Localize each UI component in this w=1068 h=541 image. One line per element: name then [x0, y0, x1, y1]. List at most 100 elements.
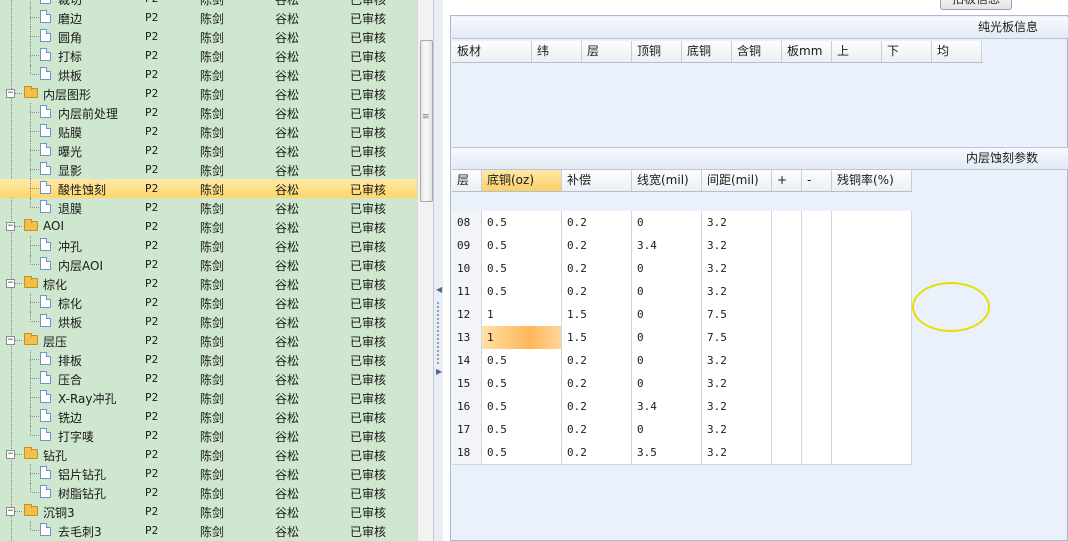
tree-row[interactable]: − 内层图形 P2 陈剑 谷松 已审核 [0, 84, 417, 103]
tree-row[interactable]: − 沉铜3 P2 陈剑 谷松 已审核 [0, 502, 417, 521]
bare-board-column-header[interactable]: 板材 [452, 41, 532, 62]
table-cell[interactable] [832, 257, 912, 280]
tree-row[interactable]: − 层压 P2 陈剑 谷松 已审核 [0, 331, 417, 350]
table-cell[interactable] [772, 418, 802, 441]
table-cell[interactable]: 7.5 [702, 303, 772, 326]
table-cell[interactable] [772, 303, 802, 326]
table-row[interactable]: 12 1 1.5 0 7.5 [452, 303, 912, 327]
table-cell[interactable]: 7.5 [702, 326, 772, 349]
inner-etch-column-header[interactable]: 层 [452, 170, 482, 191]
table-cell[interactable]: 1 [482, 326, 562, 349]
table-cell[interactable]: 0.2 [562, 257, 632, 280]
inner-etch-column-header[interactable]: + [772, 170, 802, 191]
inner-etch-column-header[interactable]: 残铜率(%) [832, 170, 912, 191]
collapse-toggle-icon[interactable]: − [6, 336, 15, 345]
tree-row[interactable]: 退膜 P2 陈剑 谷松 已审核 [0, 198, 417, 217]
collapse-toggle-icon[interactable]: − [6, 89, 15, 98]
bare-board-column-header[interactable]: 含铜 [732, 41, 782, 62]
bare-board-column-header[interactable]: 纬 [532, 41, 582, 62]
table-cell[interactable]: 0 [632, 418, 702, 441]
table-cell[interactable]: 1.5 [562, 326, 632, 349]
table-cell[interactable]: 0.5 [482, 257, 562, 280]
table-cell[interactable]: 1.5 [562, 303, 632, 326]
bare-board-column-header[interactable]: 下 [882, 41, 932, 62]
table-row[interactable]: 16 0.5 0.2 3.4 3.2 [452, 395, 912, 419]
table-cell[interactable]: 0 [632, 372, 702, 395]
board-info-button[interactable]: 拍板信息 [940, 0, 1012, 10]
bare-board-column-header[interactable]: 板mm [782, 41, 832, 62]
table-cell[interactable] [802, 441, 832, 464]
table-cell[interactable]: 0.2 [562, 211, 632, 234]
bare-board-column-header[interactable]: 底铜 [682, 41, 732, 62]
table-cell[interactable] [832, 395, 912, 418]
table-cell[interactable]: 0.2 [562, 395, 632, 418]
table-row[interactable]: 10 0.5 0.2 0 3.2 [452, 257, 912, 281]
table-cell[interactable]: 0.5 [482, 211, 562, 234]
table-cell[interactable] [772, 326, 802, 349]
collapse-left-arrow-icon[interactable]: ◀ [436, 286, 442, 294]
table-cell[interactable]: 0.2 [562, 441, 632, 464]
table-row[interactable]: 11 0.5 0.2 0 3.2 [452, 280, 912, 304]
table-row[interactable]: 08 0.5 0.2 0 3.2 [452, 211, 912, 235]
collapse-toggle-icon[interactable]: − [6, 450, 15, 459]
tree-row[interactable]: 曝光 P2 陈剑 谷松 已审核 [0, 141, 417, 160]
tree-row[interactable]: 显影 P2 陈剑 谷松 已审核 [0, 160, 417, 179]
table-cell[interactable] [772, 372, 802, 395]
inner-etch-column-header[interactable]: - [802, 170, 832, 191]
table-cell[interactable] [772, 395, 802, 418]
table-cell[interactable] [832, 234, 912, 257]
table-cell[interactable] [802, 326, 832, 349]
collapse-right-arrow-icon[interactable]: ▶ [436, 368, 442, 376]
table-cell[interactable]: 0.2 [562, 372, 632, 395]
table-cell[interactable] [832, 418, 912, 441]
table-cell[interactable]: 0 [632, 326, 702, 349]
table-cell[interactable]: 0 [632, 280, 702, 303]
tree-row[interactable]: 贴膜 P2 陈剑 谷松 已审核 [0, 122, 417, 141]
table-cell[interactable] [772, 234, 802, 257]
table-cell[interactable] [772, 211, 802, 234]
tree-row[interactable]: X-Ray冲孔 P2 陈剑 谷松 已审核 [0, 388, 417, 407]
table-cell[interactable]: 0.5 [482, 234, 562, 257]
table-cell[interactable]: 0.5 [482, 372, 562, 395]
table-row[interactable]: 15 0.5 0.2 0 3.2 [452, 372, 912, 396]
tree-row[interactable]: 打标 P2 陈剑 谷松 已审核 [0, 46, 417, 65]
table-cell[interactable]: 0 [632, 349, 702, 372]
table-cell[interactable] [772, 441, 802, 464]
tree-row[interactable]: 烘板 P2 陈剑 谷松 已审核 [0, 65, 417, 84]
table-cell[interactable]: 0.5 [482, 349, 562, 372]
tree-row[interactable]: 树脂钻孔 P2 陈剑 谷松 已审核 [0, 483, 417, 502]
inner-etch-column-header[interactable]: 底铜(oz) [482, 170, 562, 191]
table-cell[interactable]: 1 [482, 303, 562, 326]
tree-row[interactable]: 内层前处理 P2 陈剑 谷松 已审核 [0, 103, 417, 122]
tree-row[interactable]: 圆角 P2 陈剑 谷松 已审核 [0, 27, 417, 46]
tree-row[interactable]: 磨边 P2 陈剑 谷松 已审核 [0, 8, 417, 27]
table-cell[interactable] [772, 280, 802, 303]
inner-etch-column-header[interactable]: 间距(mil) [702, 170, 772, 191]
table-cell[interactable]: 3.2 [702, 395, 772, 418]
table-cell[interactable] [802, 257, 832, 280]
table-row[interactable]: 14 0.5 0.2 0 3.2 [452, 349, 912, 373]
tree-row[interactable]: 烘板 P2 陈剑 谷松 已审核 [0, 312, 417, 331]
bare-board-column-header[interactable]: 均 [932, 41, 982, 62]
table-cell[interactable] [832, 303, 912, 326]
table-cell[interactable]: 0.2 [562, 418, 632, 441]
bare-board-column-header[interactable]: 上 [832, 41, 882, 62]
collapse-toggle-icon[interactable]: − [6, 279, 15, 288]
tree-row[interactable]: 棕化 P2 陈剑 谷松 已审核 [0, 293, 417, 312]
table-cell[interactable] [832, 372, 912, 395]
table-cell[interactable]: 0 [632, 211, 702, 234]
table-cell[interactable] [832, 280, 912, 303]
tree-row[interactable]: 内层AOI P2 陈剑 谷松 已审核 [0, 255, 417, 274]
tree-row[interactable]: 铝片钻孔 P2 陈剑 谷松 已审核 [0, 464, 417, 483]
bare-board-column-header[interactable]: 层 [582, 41, 632, 62]
table-cell[interactable] [802, 372, 832, 395]
table-cell[interactable]: 0 [632, 257, 702, 280]
tree-row[interactable]: 去毛刺3 P2 陈剑 谷松 已审核 [0, 521, 417, 540]
table-cell[interactable]: 3.2 [702, 234, 772, 257]
table-cell[interactable]: 3.2 [702, 349, 772, 372]
process-tree-grid[interactable]: 裁切P2陈剑谷松已审核磨边P2陈剑谷松已审核圆角P2陈剑谷松已审核打标P2陈剑谷… [0, 0, 417, 541]
tree-row[interactable]: 铣边 P2 陈剑 谷松 已审核 [0, 407, 417, 426]
table-cell[interactable] [832, 326, 912, 349]
table-cell[interactable]: 3.2 [702, 280, 772, 303]
table-row[interactable]: 17 0.5 0.2 0 3.2 [452, 418, 912, 442]
